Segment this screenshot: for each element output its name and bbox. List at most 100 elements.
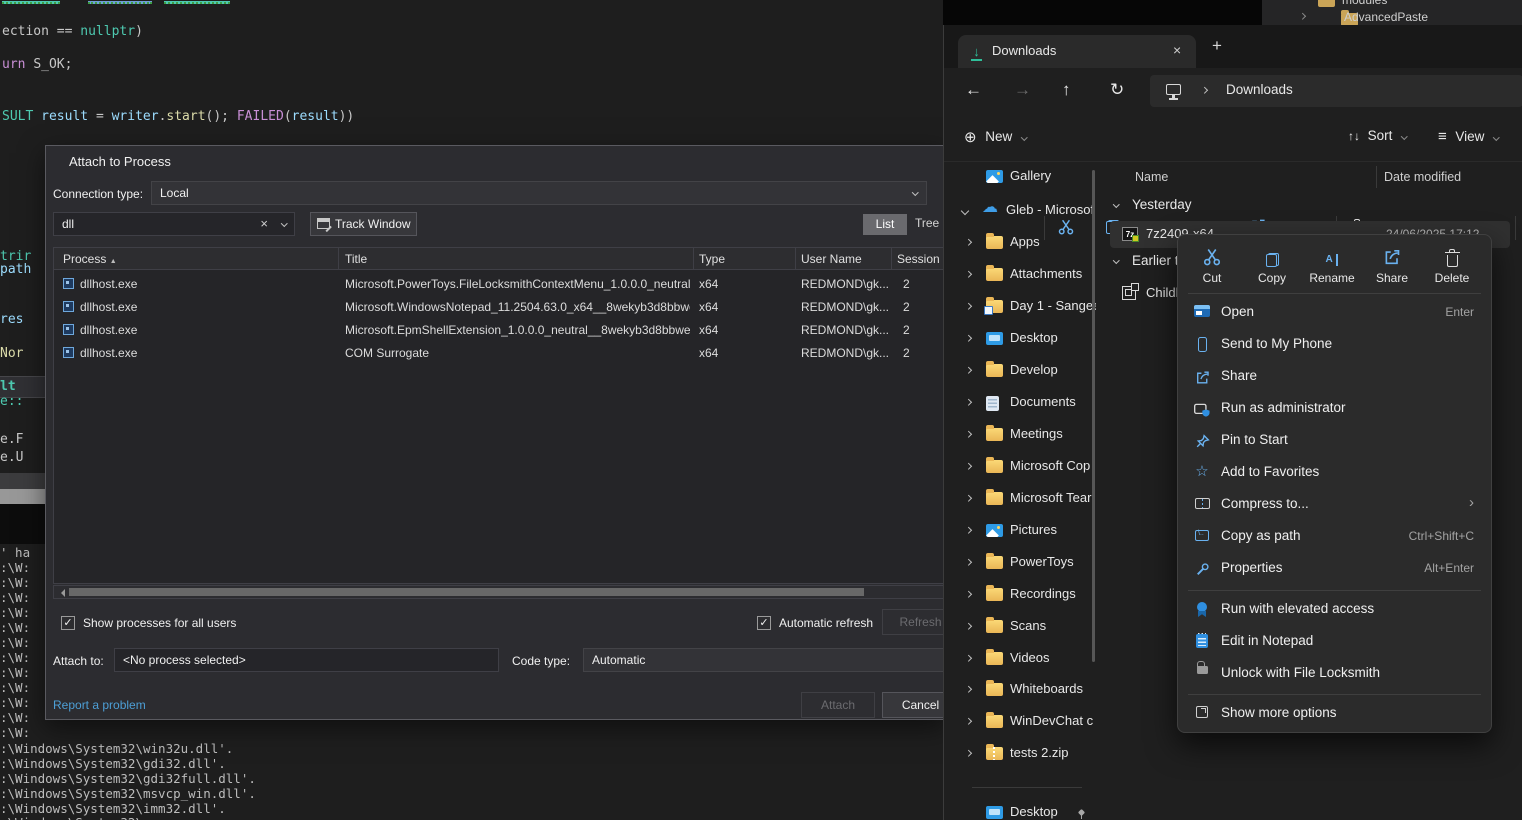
chevron-down-icon[interactable]: [1113, 257, 1119, 263]
chevron-down-icon[interactable]: [1113, 201, 1119, 207]
cell-title: Microsoft.WindowsNotepad_11.2504.63.0_x6…: [345, 300, 690, 314]
process-filter-input[interactable]: dll ×: [53, 212, 295, 236]
sidebar-item-scans[interactable]: Scans: [948, 611, 1092, 643]
sidebar-item-gallery[interactable]: Gallery: [948, 161, 1092, 193]
sidebar-item-pictures[interactable]: Pictures: [948, 515, 1092, 547]
column-header-user[interactable]: User Name: [801, 252, 862, 266]
scrollbar-sliver[interactable]: [0, 489, 45, 504]
checkbox-checked-icon[interactable]: [757, 616, 771, 630]
sidebar-item-windevchat[interactable]: WinDevChat c: [948, 706, 1092, 738]
column-header-process[interactable]: Process ▲: [63, 252, 117, 266]
connection-type-select[interactable]: Local: [151, 181, 927, 205]
forward-icon[interactable]: →: [1014, 80, 1031, 100]
sidebar-item-recordings[interactable]: Recordings: [948, 579, 1092, 611]
checkbox-checked-icon[interactable]: [61, 616, 75, 630]
tab-downloads[interactable]: ↓ Downloads ×: [958, 35, 1196, 68]
sidebar-item-develop[interactable]: Develop: [948, 355, 1092, 387]
table-row[interactable]: dllhost.exe COM Surrogate x64 REDMOND\gk…: [54, 343, 943, 366]
clear-filter-icon[interactable]: ×: [260, 213, 268, 235]
sidebar-item-documents[interactable]: Documents: [948, 387, 1092, 419]
quick-copy-button[interactable]: Copy: [1243, 245, 1301, 291]
sidebar-item-videos[interactable]: Videos: [948, 643, 1092, 675]
horizontal-scrollbar[interactable]: [53, 585, 944, 599]
address-bar[interactable]: Downloads: [1150, 75, 1522, 107]
tree-item-advancedpaste[interactable]: AdvancedPaste: [1344, 10, 1428, 24]
sort-button[interactable]: ↑↓ Sort: [1348, 128, 1407, 143]
menu-item-edit-in-notepad[interactable]: Edit in Notepad: [1183, 626, 1486, 658]
attach-to-input[interactable]: <No process selected>: [114, 648, 499, 672]
sidebar-item-meetings[interactable]: Meetings: [948, 419, 1092, 451]
quick-rename-button[interactable]: Rename: [1303, 245, 1361, 291]
sidebar-item-whiteboards[interactable]: Whiteboards: [948, 674, 1092, 706]
column-header-name[interactable]: Name: [1135, 170, 1168, 184]
sidebar-item-apps[interactable]: Apps: [948, 227, 1092, 259]
show-all-users-checkbox[interactable]: [61, 615, 75, 630]
report-problem-link[interactable]: Report a problem: [53, 698, 146, 712]
scrollbar-thumb[interactable]: [69, 588, 864, 596]
refresh-icon[interactable]: ↻: [1110, 80, 1124, 100]
view-button[interactable]: ≡ View: [1438, 128, 1499, 145]
sidebar-item-microsoft-cop[interactable]: Microsoft Cop: [948, 451, 1092, 483]
code-text: =: [96, 109, 112, 124]
track-window-button[interactable]: Track Window: [310, 212, 417, 236]
back-icon[interactable]: ←: [965, 80, 982, 100]
code-type-select[interactable]: Automatic: [583, 648, 959, 672]
menu-item-share[interactable]: Share: [1183, 361, 1486, 393]
column-divider[interactable]: [693, 248, 694, 269]
chevron-down-icon[interactable]: [961, 207, 969, 215]
sidebar-scrollbar[interactable]: [1092, 170, 1095, 662]
column-header-type[interactable]: Type: [699, 252, 725, 266]
quick-share-button[interactable]: Share: [1363, 245, 1421, 291]
menu-item-open[interactable]: Open Enter: [1183, 297, 1486, 329]
table-row[interactable]: dllhost.exe Microsoft.EpmShellExtension_…: [54, 320, 943, 343]
table-row[interactable]: dllhost.exe Microsoft.PowerToys.FileLock…: [54, 274, 943, 297]
new-tab-icon[interactable]: +: [1212, 36, 1222, 56]
menu-item-unlock-file-locksmith[interactable]: Unlock with File Locksmith: [1183, 658, 1486, 690]
sort-asc-icon: ▲: [110, 258, 117, 265]
attach-button[interactable]: Attach: [801, 692, 875, 718]
sidebar-item-pinned-desktop[interactable]: Desktop: [948, 797, 1092, 820]
sidebar-item-desktop[interactable]: Desktop: [948, 323, 1092, 355]
new-button[interactable]: ⊕ New: [964, 128, 1026, 146]
menu-item-properties[interactable]: Properties Alt+Enter: [1183, 553, 1486, 585]
menu-item-show-more-options[interactable]: Show more options: [1183, 698, 1486, 730]
chevron-right-icon[interactable]: [1299, 13, 1305, 19]
quick-delete-button[interactable]: Delete: [1423, 245, 1481, 291]
quick-cut-button[interactable]: Cut: [1183, 245, 1241, 291]
scroll-left-arrow[interactable]: [57, 589, 65, 597]
sidebar-item-tests-zip[interactable]: tests 2.zip: [948, 738, 1092, 770]
list-toggle-button[interactable]: List: [863, 214, 907, 235]
sidebar-item-powertoys[interactable]: PowerToys: [948, 547, 1092, 579]
close-tab-icon[interactable]: ×: [1173, 42, 1181, 58]
sidebar-item-attachments[interactable]: Attachments: [948, 259, 1092, 291]
chevron-down-icon[interactable]: [281, 220, 287, 226]
tree-item-modules[interactable]: modules: [1342, 0, 1387, 7]
menu-item-compress-to[interactable]: Compress to... ›: [1183, 489, 1486, 521]
quick-label: Rename: [1303, 271, 1361, 285]
menu-item-copy-as-path[interactable]: Copy as path Ctrl+Shift+C: [1183, 521, 1486, 553]
menu-item-run-as-administrator[interactable]: Run as administrator: [1183, 393, 1486, 425]
breadcrumb-chevron-icon[interactable]: [1201, 87, 1207, 93]
table-row[interactable]: dllhost.exe Microsoft.WindowsNotepad_11.…: [54, 297, 943, 320]
column-header-date[interactable]: Date modified: [1384, 170, 1461, 184]
column-header-title[interactable]: Title: [345, 252, 367, 266]
breadcrumb-downloads[interactable]: Downloads: [1226, 82, 1293, 97]
menu-item-pin-to-start[interactable]: Pin to Start: [1183, 425, 1486, 457]
column-divider[interactable]: [891, 248, 892, 269]
up-icon[interactable]: ↑: [1062, 80, 1071, 100]
7zip-file-icon: 7z: [1122, 227, 1138, 241]
admin-shield-icon: [1193, 401, 1211, 419]
menu-item-run-elevated[interactable]: Run with elevated access: [1183, 594, 1486, 626]
sidebar-item-microsoft-tear[interactable]: Microsoft Tear: [948, 483, 1092, 515]
sidebar-item-onedrive-root[interactable]: ☁ Gleb - Microsoft: [948, 195, 1092, 227]
sidebar-item-day1[interactable]: Day 1 - Sangee: [948, 291, 1092, 323]
tree-toggle-button[interactable]: Tree: [915, 216, 939, 230]
column-divider[interactable]: [795, 248, 796, 269]
column-header-session[interactable]: Session: [897, 252, 940, 266]
column-divider[interactable]: [1376, 166, 1377, 188]
auto-refresh-checkbox[interactable]: [757, 615, 771, 630]
column-divider[interactable]: [338, 248, 339, 269]
this-pc-icon[interactable]: [1166, 84, 1181, 95]
menu-item-send-to-phone[interactable]: Send to My Phone: [1183, 329, 1486, 361]
menu-item-add-to-favorites[interactable]: ☆ Add to Favorites: [1183, 457, 1486, 489]
